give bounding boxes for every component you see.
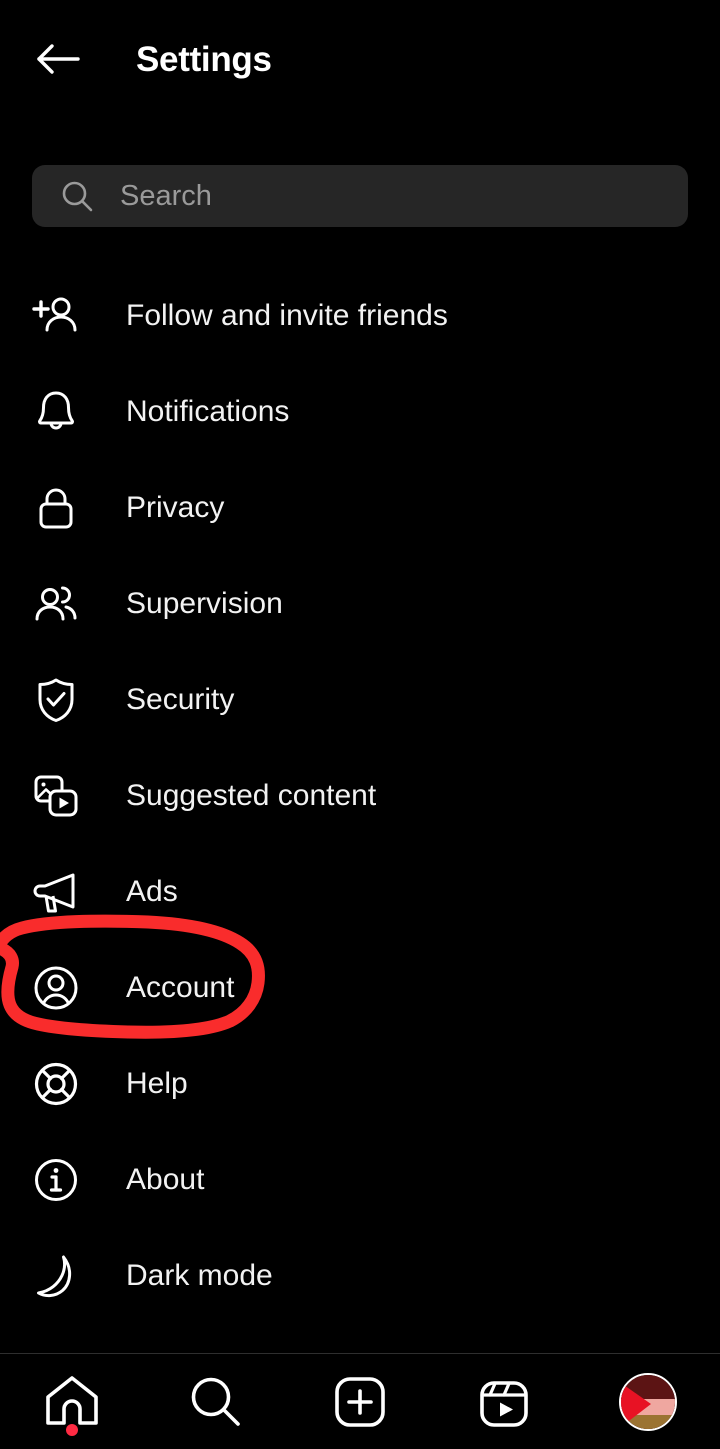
- menu-item-label: Follow and invite friends: [126, 299, 448, 332]
- search-icon: [60, 179, 94, 213]
- avatar-image: [621, 1374, 675, 1429]
- back-arrow-icon: [34, 39, 82, 79]
- account-circle-icon: [31, 963, 81, 1013]
- info-circle-icon: [31, 1155, 81, 1205]
- bottom-navigation: [0, 1354, 720, 1449]
- menu-item-label: Help: [126, 1067, 188, 1100]
- avatar: [619, 1372, 677, 1431]
- shield-check-icon: [31, 675, 81, 725]
- menu-item-label: Privacy: [126, 491, 225, 524]
- menu-item-security[interactable]: Security: [0, 652, 720, 748]
- life-ring-icon: [31, 1059, 81, 1109]
- menu-item-notifications[interactable]: Notifications: [0, 364, 720, 460]
- moon-icon: [31, 1251, 81, 1301]
- bell-icon: [31, 387, 81, 437]
- menu-item-about[interactable]: About: [0, 1132, 720, 1228]
- two-people-icon: [31, 579, 81, 629]
- menu-item-account[interactable]: Account: [0, 940, 720, 1036]
- header: Settings: [0, 0, 720, 118]
- reels-icon: [477, 1375, 531, 1429]
- plus-square-icon: [333, 1375, 387, 1429]
- menu-item-dark-mode[interactable]: Dark mode: [0, 1228, 720, 1324]
- megaphone-icon: [31, 867, 81, 917]
- settings-menu: Follow and invite friends Notifications …: [0, 268, 720, 1324]
- nav-search-button[interactable]: [144, 1354, 288, 1449]
- nav-profile-button[interactable]: [576, 1354, 720, 1449]
- page-title: Settings: [136, 39, 272, 79]
- home-notification-badge: [66, 1424, 78, 1436]
- menu-item-ads[interactable]: Ads: [0, 844, 720, 940]
- search-bar[interactable]: [32, 165, 688, 227]
- person-add-icon: [31, 291, 81, 341]
- menu-item-label: Suggested content: [126, 779, 377, 812]
- back-button[interactable]: [22, 23, 94, 95]
- search-container: [32, 165, 688, 227]
- menu-item-label: Ads: [126, 875, 178, 908]
- nav-create-button[interactable]: [288, 1354, 432, 1449]
- nav-home-button[interactable]: [0, 1354, 144, 1449]
- menu-item-label: Account: [126, 971, 235, 1004]
- settings-screen: Settings Follow and invite: [0, 0, 720, 1449]
- media-cards-icon: [31, 771, 81, 821]
- home-icon: [43, 1374, 101, 1430]
- menu-item-label: Security: [126, 683, 235, 716]
- menu-item-label: Dark mode: [126, 1259, 273, 1292]
- search-input[interactable]: [120, 179, 688, 213]
- lock-icon: [31, 483, 81, 533]
- menu-item-follow-and-invite-friends[interactable]: Follow and invite friends: [0, 268, 720, 364]
- menu-item-supervision[interactable]: Supervision: [0, 556, 720, 652]
- menu-item-label: About: [126, 1163, 205, 1196]
- menu-item-help[interactable]: Help: [0, 1036, 720, 1132]
- nav-reels-button[interactable]: [432, 1354, 576, 1449]
- search-icon: [188, 1374, 244, 1430]
- menu-item-suggested-content[interactable]: Suggested content: [0, 748, 720, 844]
- menu-item-privacy[interactable]: Privacy: [0, 460, 720, 556]
- menu-item-label: Supervision: [126, 587, 283, 620]
- menu-item-label: Notifications: [126, 395, 290, 428]
